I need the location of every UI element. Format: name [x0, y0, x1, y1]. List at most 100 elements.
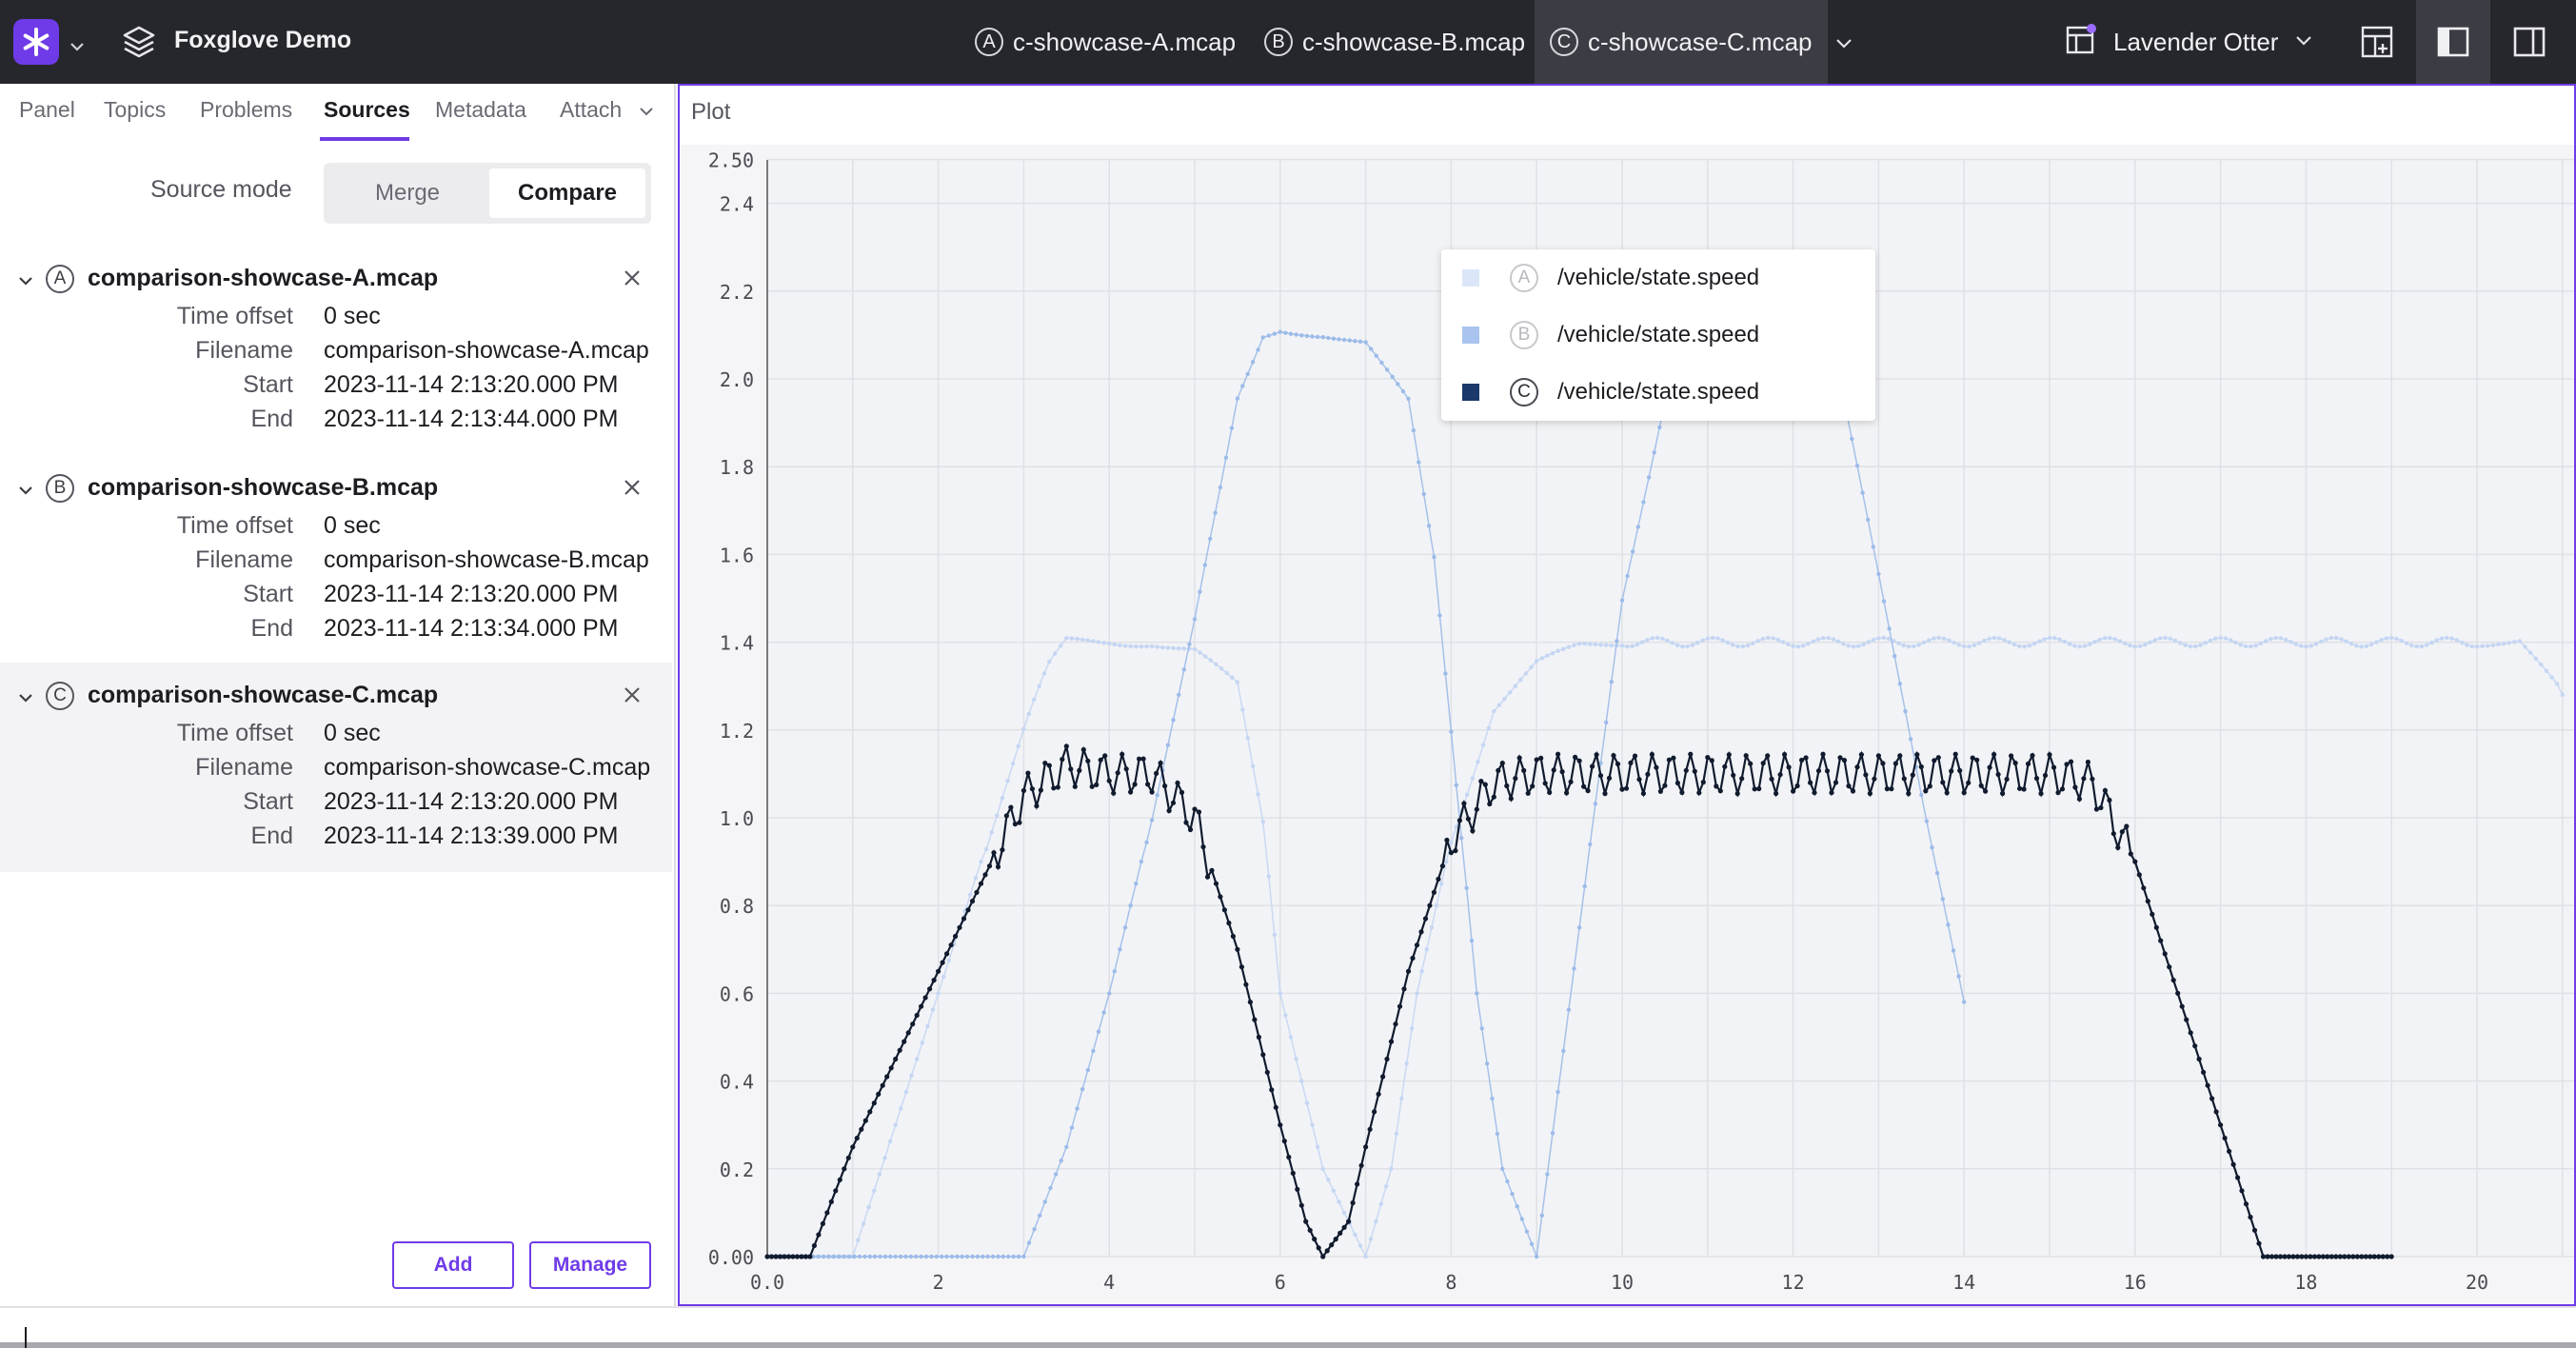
foxglove-logo-icon[interactable] — [13, 19, 59, 65]
collapse-chevron-down-icon[interactable] — [17, 272, 34, 294]
series-b-point — [1924, 819, 1930, 823]
series-c-point — [2068, 759, 2074, 764]
series-a-point — [2077, 644, 2082, 649]
tab-metadata[interactable]: Metadata — [435, 97, 526, 123]
series-a-point — [1096, 640, 1101, 644]
file-tab-a[interactable]: A c-showcase-A.mcap — [960, 0, 1251, 84]
series-a-point — [1389, 1166, 1394, 1172]
legend-item-c[interactable]: C /vehicle/state.speed — [1441, 364, 1875, 421]
manage-sources-button[interactable]: Manage — [529, 1241, 651, 1289]
add-panel-icon[interactable] — [2340, 0, 2414, 84]
app-menu-chevron-down-icon[interactable] — [69, 32, 86, 62]
tab-topics[interactable]: Topics — [104, 97, 166, 123]
series-c-point — [2235, 1175, 2241, 1180]
toggle-right-sidebar-icon[interactable] — [2492, 0, 2566, 84]
attach-chevron-down-icon[interactable] — [638, 103, 655, 125]
series-b-point — [852, 1254, 857, 1259]
user-menu[interactable]: Lavender Otter — [2064, 0, 2314, 84]
series-b-point — [1510, 1191, 1515, 1197]
series-c-point — [803, 1254, 808, 1259]
file-tab-b[interactable]: B c-showcase-B.mcap — [1249, 0, 1540, 84]
series-c-point — [919, 1003, 924, 1009]
series-b-point — [1283, 330, 1288, 335]
tab-sources[interactable]: Sources — [324, 97, 410, 123]
collapse-chevron-down-icon[interactable] — [17, 482, 34, 504]
more-files-chevron-down-icon[interactable] — [1833, 30, 1854, 60]
series-a-point — [1786, 642, 1791, 647]
series-c-point — [1405, 968, 1412, 974]
series-c-point — [1657, 788, 1663, 794]
playback-bar — [0, 1306, 2576, 1348]
playback-scrubber[interactable] — [0, 1342, 2576, 1348]
collapse-chevron-down-icon[interactable] — [17, 689, 34, 711]
series-c-point — [2162, 951, 2168, 957]
series-c-point — [2209, 1096, 2215, 1101]
playback-cursor[interactable] — [25, 1327, 27, 1348]
series-b-point — [970, 1254, 975, 1259]
series-c-point — [1388, 1039, 1395, 1044]
series-a-point — [1982, 638, 1987, 644]
compare-mode-button[interactable]: Compare — [489, 168, 645, 218]
series-b-point — [1139, 859, 1144, 864]
series-c-point — [2000, 790, 2006, 797]
series-a-point — [1337, 1199, 1341, 1204]
series-c-point — [2009, 753, 2014, 759]
series-a-point — [1449, 840, 1454, 845]
series-b-point — [1315, 334, 1320, 340]
series-a-point — [1896, 641, 1901, 645]
series-b-point — [1860, 490, 1865, 495]
y-tick-label: 0.8 — [720, 895, 754, 918]
toggle-left-sidebar-icon[interactable] — [2416, 0, 2490, 84]
remove-source-close-icon[interactable] — [623, 268, 642, 292]
series-a-point — [1155, 644, 1159, 649]
series-b-point — [1353, 339, 1357, 344]
series-c-point — [1341, 1224, 1347, 1230]
series-a-point — [1566, 644, 1572, 649]
series-a-point — [1835, 639, 1841, 644]
series-b-point — [1411, 427, 1417, 433]
series-a-point — [2368, 642, 2374, 647]
series-b-point — [857, 1254, 862, 1259]
x-tick-label: 8 — [1445, 1271, 1456, 1294]
remove-source-close-icon[interactable] — [623, 478, 642, 502]
series-b-point — [944, 1254, 949, 1259]
series-c-point — [922, 995, 928, 1001]
y-tick-label: 0.4 — [720, 1071, 754, 1094]
app-title[interactable]: Foxglove Demo — [174, 27, 351, 54]
series-c-point — [1542, 781, 1548, 786]
add-source-button[interactable]: Add — [392, 1241, 514, 1289]
tab-panel[interactable]: Panel — [19, 97, 75, 123]
legend-item-b[interactable]: B /vehicle/state.speed — [1441, 307, 1875, 364]
series-c-point — [1431, 889, 1437, 896]
series-c-point — [1218, 894, 1223, 900]
legend-item-a[interactable]: A /vehicle/state.speed — [1441, 249, 1875, 307]
series-c-point — [2388, 1254, 2394, 1259]
series-b-point — [1432, 554, 1437, 560]
tab-problems[interactable]: Problems — [200, 97, 292, 123]
tab-attach[interactable]: Attach — [560, 97, 622, 123]
series-b-point — [1469, 938, 1475, 943]
series-b-point — [1919, 792, 1924, 798]
series-a-point — [2544, 668, 2549, 673]
series-b-point — [1876, 571, 1881, 577]
filename-label: Filename — [195, 754, 293, 781]
series-b-point — [1032, 1227, 1037, 1232]
series-c-point — [957, 924, 962, 930]
series-a-point — [1288, 1035, 1294, 1040]
series-a-point — [1415, 991, 1419, 996]
series-a-point — [1144, 644, 1149, 649]
series-a-point — [2123, 641, 2128, 646]
series-a-point — [2449, 636, 2454, 641]
merge-mode-button[interactable]: Merge — [329, 168, 485, 218]
series-c-point — [1662, 783, 1668, 788]
series-b-point — [1940, 897, 1946, 902]
series-b-point — [872, 1254, 878, 1259]
series-a-point — [1795, 644, 1801, 649]
series-c-point — [1940, 780, 1946, 785]
series-b-point — [1181, 667, 1186, 672]
file-tab-c[interactable]: C c-showcase-C.mcap — [1535, 0, 1828, 84]
series-a-point — [1972, 643, 1976, 647]
series-c-point — [1111, 790, 1117, 796]
source-badge: B — [46, 474, 74, 503]
remove-source-close-icon[interactable] — [623, 685, 642, 709]
